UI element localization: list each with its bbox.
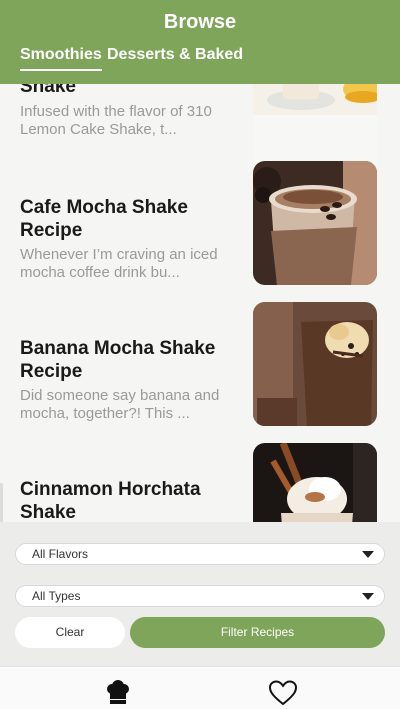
recipe-image[interactable] <box>253 443 377 524</box>
recipe-image[interactable] <box>253 161 377 285</box>
heart-icon[interactable] <box>268 679 298 709</box>
tab-smoothies[interactable]: Smoothies <box>20 46 102 71</box>
filter-recipes-button[interactable]: Filter Recipes <box>130 617 385 648</box>
recipe-description: Whenever I’m craving an iced mocha coffe… <box>20 246 218 281</box>
recipe-title: Banana Mocha Shake Recipe <box>20 338 216 382</box>
clear-button[interactable]: Clear <box>15 617 125 648</box>
cafe-mocha-shake-photo <box>253 161 377 285</box>
tab-desserts-baked[interactable]: Desserts & Baked <box>107 46 243 64</box>
type-select-value: All Types <box>32 589 81 603</box>
chevron-down-icon <box>362 551 374 558</box>
recipe-title: Shake <box>20 84 76 97</box>
list-item[interactable]: Cafe Mocha Shake Recipe Whenever I’m cra… <box>0 161 400 291</box>
flavor-select-value: All Flavors <box>32 547 89 561</box>
banana-mocha-shake-photo <box>253 302 377 426</box>
recipe-description: Infused with the flavor of 310 Lemon Cak… <box>20 103 212 138</box>
recipe-title: Cinnamon Horchata Shake <box>20 479 201 523</box>
recipe-title: Cafe Mocha Shake Recipe <box>20 197 188 241</box>
recipe-description: Did someone say banana and mocha, togeth… <box>20 387 220 422</box>
chevron-down-icon <box>362 593 374 600</box>
page-title: Browse <box>163 11 237 33</box>
app-header: Browse Smoothies Desserts & Baked <box>0 0 400 84</box>
filter-panel: All Flavors All Types Clear Filter Recip… <box>0 522 400 666</box>
recipe-image[interactable] <box>253 302 377 426</box>
flavor-select[interactable]: All Flavors <box>15 543 385 565</box>
type-select[interactable]: All Types <box>15 585 385 607</box>
recipe-list[interactable]: Shake Infused with the flavor of 310 Lem… <box>0 84 400 524</box>
list-item[interactable]: Banana Mocha Shake Recipe Did someone sa… <box>0 302 400 432</box>
list-item[interactable]: Cinnamon Horchata Shake <box>0 443 400 524</box>
chef-hat-icon[interactable] <box>104 679 132 709</box>
bottom-nav <box>0 666 400 709</box>
cinnamon-horchata-shake-photo <box>253 443 377 524</box>
